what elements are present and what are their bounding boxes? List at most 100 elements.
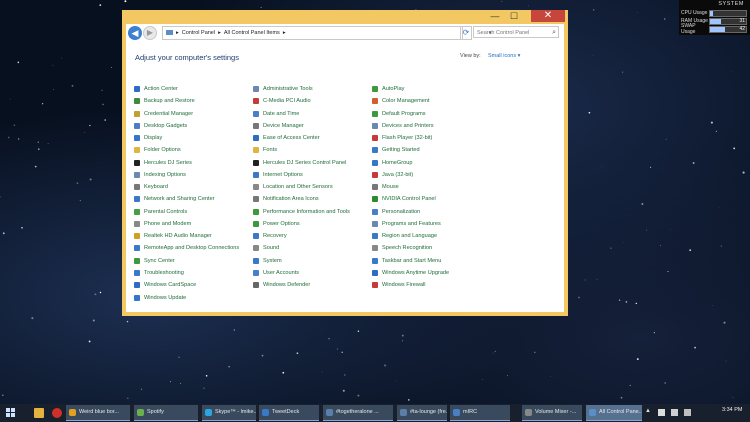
cp-item-label: Speech Recognition bbox=[382, 245, 433, 252]
cp-item-icon bbox=[253, 220, 259, 227]
cp-item-label: Internet Options bbox=[263, 171, 303, 178]
taskbar: Weird blue bor... Spotify Skype™ - lmike..… bbox=[0, 404, 750, 422]
control-panel-window: — ☐ ✕ ◀ ▶ ▸ Control Panel ▸ All Control Pan… bbox=[122, 10, 568, 316]
cp-item-icon bbox=[253, 208, 259, 215]
taskbar-app-label: Volume Mixer -... bbox=[535, 409, 577, 415]
cp-item-label: Display bbox=[144, 135, 163, 142]
cp-item-label: NVIDIA Control Panel bbox=[382, 196, 436, 203]
page-title: Adjust your computer's settings bbox=[135, 53, 239, 62]
file-explorer-icon[interactable] bbox=[34, 408, 44, 418]
cp-item-icon bbox=[253, 110, 259, 117]
start-button[interactable] bbox=[6, 408, 16, 418]
taskbar-app-button[interactable]: Volume Mixer -... bbox=[522, 405, 582, 421]
taskbar-app-button[interactable]: Spotify bbox=[134, 405, 198, 421]
search-input[interactable]: Search Control Panel ⌕ bbox=[473, 26, 559, 38]
minimize-button[interactable]: — bbox=[487, 10, 503, 22]
cp-item-icon bbox=[253, 86, 259, 92]
cp-item-icon bbox=[134, 196, 140, 203]
content-area: Adjust your computer's settings View by:… bbox=[126, 42, 564, 312]
opera-icon[interactable] bbox=[52, 408, 62, 418]
cp-item-icon bbox=[372, 269, 378, 276]
taskbar-app-button[interactable]: #ta-lounge (fre... bbox=[397, 405, 447, 421]
cp-item-icon bbox=[372, 159, 378, 166]
search-icon: ⌕ bbox=[552, 29, 556, 36]
cp-item-icon bbox=[372, 196, 378, 203]
cp-item-label: Region and Language bbox=[382, 233, 438, 240]
cp-item-label: Mouse bbox=[382, 184, 399, 191]
title-bar[interactable]: — ☐ ✕ bbox=[122, 10, 568, 24]
cp-item-icon bbox=[253, 135, 259, 142]
cp-item-icon bbox=[253, 282, 259, 289]
app-icon bbox=[137, 409, 144, 416]
taskbar-app-label: #togetheralone ... bbox=[336, 409, 379, 415]
forward-button[interactable]: ▶ bbox=[143, 26, 157, 40]
cp-item-icon bbox=[253, 159, 259, 166]
action-center-tray-icon[interactable] bbox=[658, 409, 665, 416]
meter-bar bbox=[709, 9, 747, 17]
cp-item-icon bbox=[253, 245, 259, 252]
cp-item-icon bbox=[134, 257, 140, 264]
taskbar-app-label: Spotify bbox=[147, 409, 164, 415]
cp-item-label: Personalization bbox=[382, 208, 421, 215]
taskbar-app-label: #ta-lounge (fre... bbox=[410, 409, 447, 415]
cp-item-icon bbox=[372, 122, 378, 129]
network-tray-icon[interactable] bbox=[671, 409, 678, 416]
meter-title: SYSTEM bbox=[718, 1, 744, 7]
taskbar-app-label: TweetDeck bbox=[272, 409, 300, 415]
taskbar-app-button[interactable]: Skype™ - lmike... bbox=[202, 405, 256, 421]
address-bar[interactable]: ▸ Control Panel ▸ All Control Panel Items ▸ … bbox=[162, 26, 492, 40]
taskbar-app-button[interactable]: All Control Pane... bbox=[586, 405, 642, 421]
cp-item-icon bbox=[134, 122, 140, 129]
cp-item-label: Power Options bbox=[263, 220, 300, 227]
cp-item-label: Parental Controls bbox=[144, 208, 188, 215]
taskbar-app-label: All Control Pane... bbox=[599, 409, 642, 415]
cp-item-icon bbox=[372, 135, 378, 142]
cp-item-icon bbox=[253, 196, 259, 203]
breadcrumb-sep[interactable]: ▸ bbox=[283, 30, 286, 36]
cp-item-label: Location and Other Sensors bbox=[263, 184, 333, 191]
cp-item-label: Performance Information and Tools bbox=[263, 208, 350, 215]
cp-item-label: Notification Area Icons bbox=[263, 196, 319, 203]
cp-item-icon bbox=[372, 282, 378, 289]
cp-item-label: AutoPlay bbox=[382, 86, 405, 92]
back-button[interactable]: ◀ bbox=[128, 26, 142, 40]
meter-row-swap: SWAP Usage 42 bbox=[681, 23, 747, 35]
cp-item-label: Windows Defender bbox=[263, 282, 311, 289]
cp-item-label: Keyboard bbox=[144, 184, 168, 191]
cp-item-label: Realtek HD Audio Manager bbox=[144, 233, 212, 240]
cp-item-icon bbox=[253, 257, 259, 264]
taskbar-app-button[interactable]: #togetheralone ... bbox=[323, 405, 393, 421]
app-icon bbox=[262, 409, 269, 416]
taskbar-app-button[interactable]: TweetDeck bbox=[259, 405, 319, 421]
cp-item-label: Windows Update bbox=[144, 294, 187, 301]
cp-item-icon bbox=[134, 135, 140, 142]
meter-bar: 42 bbox=[709, 25, 747, 33]
cp-item-icon bbox=[372, 233, 378, 240]
maximize-button[interactable]: ☐ bbox=[506, 10, 522, 22]
cp-item-icon bbox=[253, 171, 259, 178]
taskbar-app-button[interactable]: Weird blue bor... bbox=[66, 405, 130, 421]
refresh-button[interactable]: ⟳ bbox=[460, 26, 472, 40]
cp-item-label: C-Media PCI Audio bbox=[263, 98, 311, 105]
close-button[interactable]: ✕ bbox=[531, 10, 565, 22]
cp-item-icon bbox=[372, 98, 378, 105]
app-icon bbox=[69, 409, 76, 416]
cp-item-label: User Accounts bbox=[263, 269, 300, 276]
cp-item-label: Getting Started bbox=[382, 147, 420, 154]
cp-item-icon bbox=[253, 122, 259, 129]
cp-item-label: Folder Options bbox=[144, 147, 181, 154]
cp-item-icon bbox=[134, 208, 140, 215]
meter-bar: 31 bbox=[709, 17, 747, 25]
cp-item-icon bbox=[134, 245, 140, 252]
breadcrumb-all-items[interactable]: All Control Panel Items bbox=[224, 30, 280, 36]
taskbar-app-button[interactable]: mIRC bbox=[450, 405, 510, 421]
view-by-dropdown[interactable]: Small icons ▾ bbox=[488, 53, 520, 59]
breadcrumb-control-panel[interactable]: Control Panel bbox=[182, 30, 215, 36]
volume-tray-icon[interactable] bbox=[684, 409, 691, 416]
cp-item-label: Flash Player (32-bit) bbox=[382, 135, 433, 142]
cp-item-label: Action Center bbox=[144, 86, 178, 92]
cp-item-label: Fonts bbox=[263, 147, 277, 154]
clock[interactable]: 3:34 PM bbox=[722, 407, 742, 413]
show-hidden-icons-button[interactable]: ▲ bbox=[645, 408, 651, 414]
cp-item-label: RemoteApp and Desktop Connections bbox=[144, 245, 240, 252]
